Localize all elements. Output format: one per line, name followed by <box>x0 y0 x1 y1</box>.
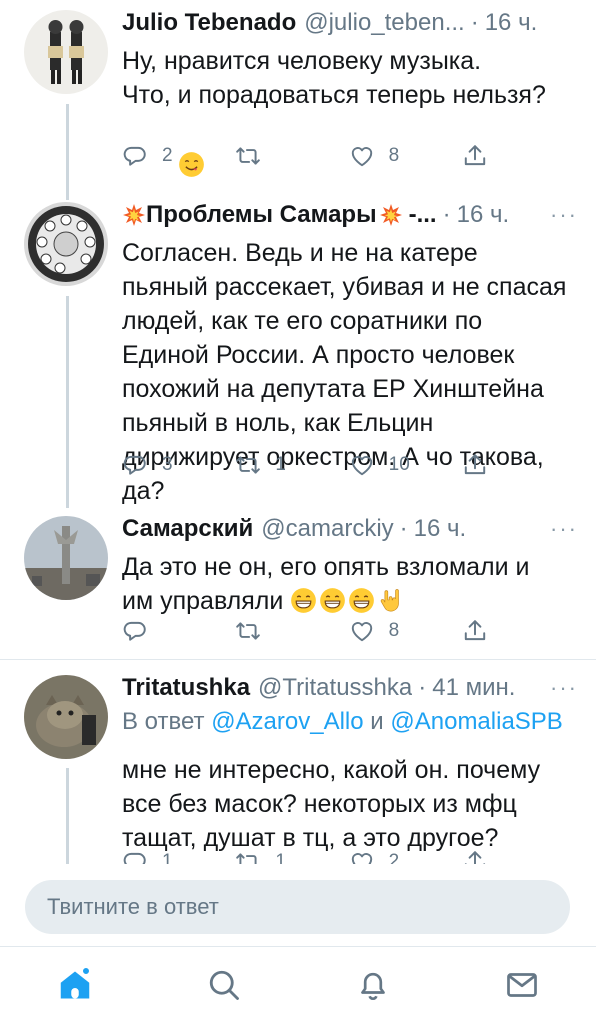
reply-button[interactable]: 2 <box>122 139 235 173</box>
like-count: 10 <box>388 454 410 475</box>
retweet-icon <box>235 849 261 864</box>
tweet-text: Да это не он, его опять взломали и им уп… <box>122 550 578 618</box>
search-icon <box>209 970 239 1000</box>
tweet[interactable]: Tritatushka @Tritatusshka · 41 мин. ··· … <box>0 661 596 864</box>
retweet-icon <box>235 143 261 169</box>
like-button[interactable]: 8 <box>349 139 462 173</box>
tweet-actions: 2 8 <box>122 139 502 173</box>
separator-dot: · <box>470 9 479 36</box>
author-name[interactable]: Самарский <box>122 515 253 543</box>
avatar[interactable] <box>24 516 108 600</box>
bottom-tab-bar <box>0 946 596 1023</box>
collision-icon <box>122 203 146 227</box>
reply-count: 2 <box>162 145 173 166</box>
author-handle[interactable]: @Tritatusshka <box>258 674 412 702</box>
like-count: 2 <box>388 851 400 864</box>
retweet-count: 1 <box>275 851 286 864</box>
share-icon <box>462 849 488 864</box>
grin-emoji <box>319 587 346 614</box>
tweet[interactable]: Julio Tebenado @julio_teben... · 16 ч. Н… <box>0 0 596 192</box>
replying-to-conjunction: и <box>370 708 384 735</box>
retweet-button[interactable] <box>235 614 348 648</box>
share-icon <box>462 143 488 169</box>
messages-icon <box>506 973 537 997</box>
share-icon <box>462 452 488 478</box>
replying-to-label: В ответ <box>122 708 205 735</box>
more-options-icon[interactable]: ··· <box>542 516 578 542</box>
mention-link[interactable]: @Azarov_Allo <box>211 708 363 735</box>
reply-icon <box>122 618 148 644</box>
reply-count: 3 <box>162 454 173 475</box>
reply-button[interactable] <box>122 614 235 648</box>
notification-dot <box>80 966 91 976</box>
tweet-text: Ну, нравится человеку музыка. Что, и пор… <box>122 47 546 109</box>
reply-button[interactable]: 1 <box>122 845 235 864</box>
timestamp[interactable]: 16 ч. <box>457 201 510 229</box>
retweet-button[interactable] <box>235 139 348 173</box>
share-button[interactable] <box>462 448 502 482</box>
timestamp[interactable]: 41 мин. <box>432 674 515 702</box>
retweet-icon <box>235 452 261 478</box>
retweet-button[interactable]: 1 <box>235 845 348 864</box>
reply-bar: Твитните в ответ <box>0 864 596 946</box>
tweet-actions: 1 1 2 <box>122 845 502 864</box>
share-button[interactable] <box>462 845 502 864</box>
avatar[interactable] <box>24 675 108 759</box>
tab-home[interactable] <box>45 955 105 1015</box>
retweet-count: 1 <box>275 454 286 475</box>
tweet[interactable]: Самарский @camarckiy · 16 ч. ··· Да это … <box>0 502 596 660</box>
author-handle[interactable]: @camarckiy <box>261 515 393 543</box>
timestamp[interactable]: 16 ч. <box>414 515 467 543</box>
tab-notifications[interactable] <box>343 955 403 1015</box>
author-name-suffix[interactable]: -... <box>409 201 437 229</box>
share-button[interactable] <box>462 139 502 173</box>
tab-messages[interactable] <box>492 955 552 1015</box>
reply-icon <box>122 452 148 478</box>
like-icon <box>349 618 375 644</box>
replying-to: В ответ @Azarov_Allo и @AnomaliaSPB <box>122 705 578 739</box>
like-count: 8 <box>388 620 400 641</box>
notifications-icon <box>360 972 385 1001</box>
reply-count: 1 <box>162 851 173 864</box>
separator-dot: · <box>418 674 427 701</box>
collision-icon <box>379 203 403 227</box>
like-icon <box>349 452 375 478</box>
love-you-gesture-emoji <box>377 587 404 614</box>
like-button[interactable]: 10 <box>349 448 462 482</box>
timestamp[interactable]: 16 ч. <box>485 9 538 37</box>
author-name[interactable]: Tritatushka <box>122 674 250 702</box>
grin-emoji <box>348 587 375 614</box>
like-button[interactable]: 8 <box>349 614 462 648</box>
tweet-actions: 3 1 10 <box>122 448 502 482</box>
more-options-icon[interactable]: ··· <box>542 202 578 228</box>
reply-icon <box>122 849 148 864</box>
share-button[interactable] <box>462 614 502 648</box>
like-icon <box>349 143 375 169</box>
avatar[interactable] <box>24 10 108 94</box>
separator-dot: · <box>399 515 408 542</box>
like-count: 8 <box>388 145 400 166</box>
like-button[interactable]: 2 <box>349 845 462 864</box>
retweet-button[interactable]: 1 <box>235 448 348 482</box>
tweet-text: мне не интересно, какой он. почему все б… <box>122 756 548 852</box>
retweet-icon <box>235 618 261 644</box>
share-icon <box>462 618 488 644</box>
conversation-feed[interactable]: Julio Tebenado @julio_teben... · 16 ч. Н… <box>0 0 596 864</box>
tweet[interactable]: Проблемы Самары -... · 16 ч. ··· Согласе… <box>0 192 596 505</box>
author-handle[interactable]: @julio_teben... <box>304 9 464 37</box>
more-options-icon[interactable]: ··· <box>542 675 578 701</box>
reply-button[interactable]: 3 <box>122 448 235 482</box>
grin-emoji <box>290 587 317 614</box>
mention-link[interactable]: @AnomaliaSPB <box>390 708 562 735</box>
author-name[interactable]: Julio Tebenado <box>122 9 296 37</box>
separator-dot: · <box>442 201 451 228</box>
reply-input[interactable]: Твитните в ответ <box>25 880 570 934</box>
like-icon <box>349 849 375 864</box>
reply-icon <box>122 143 148 169</box>
tab-search[interactable] <box>194 955 254 1015</box>
author-name[interactable]: Проблемы Самары <box>146 201 377 229</box>
avatar[interactable] <box>24 202 108 286</box>
tweet-actions: 8 <box>122 614 502 648</box>
